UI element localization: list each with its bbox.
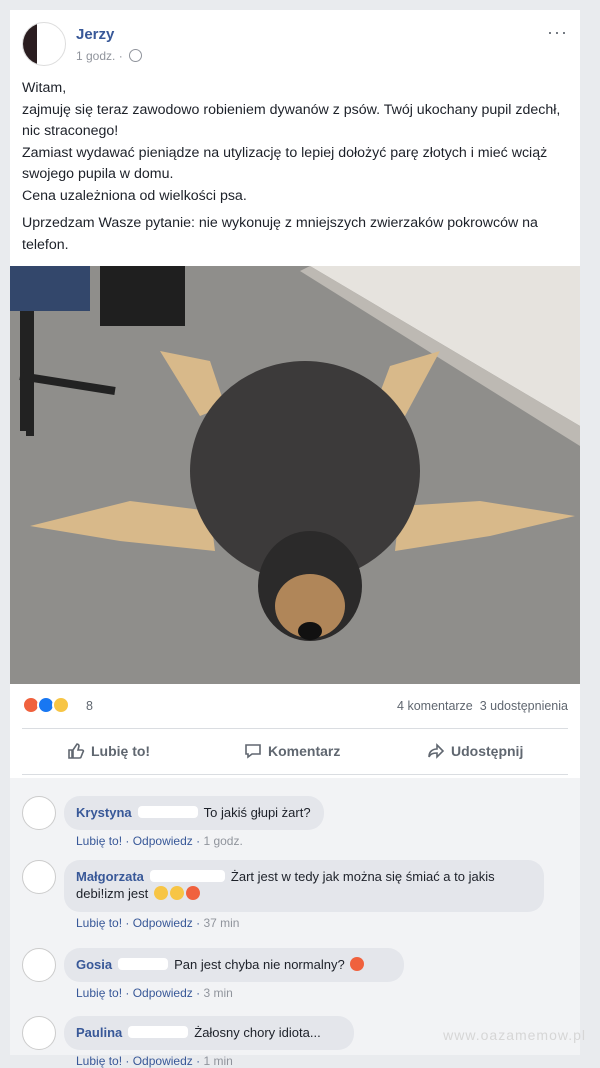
- comment-time[interactable]: 3 min: [203, 986, 232, 1000]
- thumbs-up-icon: [68, 743, 85, 759]
- comment-actions: Lubię to! · Odpowiedz · 1 godz.: [76, 834, 243, 848]
- comment-actions: Lubię to! · Odpowiedz · 37 min: [76, 916, 240, 930]
- post-text: Witam, zajmuję się teraz zawodowo robien…: [22, 78, 562, 262]
- comment-reply-link[interactable]: Odpowiedz: [133, 986, 193, 1000]
- comment-like-link[interactable]: Lubię to!: [76, 986, 122, 1000]
- post-line: Uprzedzam Wasze pytanie: nie wykonuję z …: [22, 215, 538, 253]
- comment-actions: Lubię to! · Odpowiedz · 1 min: [76, 1054, 233, 1068]
- comments-section: Krystyna To jakiś głupi żart? Lubię to! ·…: [10, 778, 580, 1068]
- comment-bubble: Gosia Pan jest chyba nie normalny?: [64, 948, 404, 982]
- comment-reply-link[interactable]: Odpowiedz: [133, 916, 193, 930]
- like-label: Lubię to!: [91, 743, 151, 759]
- globe-icon: [129, 49, 143, 62]
- angry-emoji-icon: [185, 886, 200, 900]
- redacted-name: [137, 806, 198, 818]
- divider: [22, 728, 568, 729]
- comment-like-link[interactable]: Lubię to!: [76, 916, 122, 930]
- post-meta: 1 godz. ·: [76, 49, 143, 63]
- comment-reply-link[interactable]: Odpowiedz: [133, 834, 193, 848]
- shares-count[interactable]: 3 udostępnienia: [480, 699, 568, 713]
- redacted-name: [118, 958, 169, 970]
- comment-bubble: Krystyna To jakiś głupi żart?: [64, 796, 324, 830]
- comment-bubble: Paulina Żałosny chory idiota...: [64, 1016, 354, 1050]
- redacted-name: [149, 870, 225, 882]
- post-line: Cena uzależniona od wielkości psa.: [22, 187, 247, 204]
- reactions-bar: 8 4 komentarze 3 udostępnienia: [22, 696, 568, 718]
- comment-like-link[interactable]: Lubię to!: [76, 834, 122, 848]
- sad-emoji-icon: [169, 886, 184, 900]
- comment-bubble: Małgorzata Żart jest w tedy jak można się…: [64, 860, 544, 912]
- commenter-avatar[interactable]: [22, 1016, 56, 1050]
- commenter-name[interactable]: Gosia: [76, 957, 112, 972]
- reaction-count[interactable]: 8: [86, 699, 93, 713]
- author-name[interactable]: Jerzy: [76, 26, 114, 43]
- comment-label: Komentarz: [268, 743, 341, 759]
- share-label: Udostępnij: [451, 743, 524, 759]
- watermark: www.oazamemow.pl: [443, 1027, 586, 1043]
- more-options-icon[interactable]: ···: [547, 22, 568, 43]
- share-icon: [428, 743, 445, 759]
- post-card: Jerzy 1 godz. · ··· Witam, zajmuję się t…: [10, 10, 580, 1068]
- comment-time[interactable]: 1 godz.: [203, 834, 242, 848]
- comment-time[interactable]: 1 min: [203, 1054, 232, 1068]
- author-avatar[interactable]: [22, 22, 66, 66]
- haha-reaction-icon[interactable]: [52, 696, 70, 714]
- post-line: zajmuję się teraz zawodowo robieniem dyw…: [22, 101, 561, 140]
- post-time[interactable]: 1 godz.: [76, 49, 115, 63]
- comment-text: Żałosny chory idiota...: [194, 1025, 321, 1040]
- commenter-name[interactable]: Paulina: [76, 1025, 122, 1040]
- dog-rug-photo: [10, 266, 580, 684]
- redacted-name: [128, 1026, 189, 1038]
- comments-shares-summary: 4 komentarze 3 udostępnienia: [397, 699, 568, 713]
- comment-text: To jakiś głupi żart?: [203, 805, 311, 820]
- post-line: Zamiast wydawać pieniądze na utylizację …: [22, 144, 548, 183]
- commenter-avatar[interactable]: [22, 860, 56, 894]
- comment-reply-link[interactable]: Odpowiedz: [133, 1054, 193, 1068]
- commenter-avatar[interactable]: [22, 796, 56, 830]
- comment-button[interactable]: Komentarz: [244, 742, 340, 760]
- comment-actions: Lubię to! · Odpowiedz · 3 min: [76, 986, 233, 1000]
- like-button[interactable]: Lubię to!: [67, 742, 150, 760]
- comment-like-link[interactable]: Lubię to!: [76, 1054, 122, 1068]
- divider: [22, 774, 568, 775]
- commenter-avatar[interactable]: [22, 948, 56, 982]
- comments-count[interactable]: 4 komentarze: [397, 699, 473, 713]
- crying-laugh-emoji-icon: [153, 886, 168, 900]
- post-photo[interactable]: [10, 266, 580, 684]
- comment-time[interactable]: 37 min: [203, 916, 239, 930]
- commenter-name[interactable]: Małgorzata: [76, 869, 144, 884]
- angry-emoji-icon: [350, 957, 365, 971]
- post-header: Jerzy 1 godz. · ···: [22, 22, 568, 72]
- comment-icon: [245, 744, 261, 759]
- commenter-name[interactable]: Krystyna: [76, 805, 132, 820]
- share-button[interactable]: Udostępnij: [427, 742, 523, 760]
- post-actions: Lubię to! Komentarz Udostępnij: [22, 736, 568, 770]
- comment-text: Pan jest chyba nie normalny?: [174, 957, 345, 972]
- post-line: Witam,: [22, 80, 67, 96]
